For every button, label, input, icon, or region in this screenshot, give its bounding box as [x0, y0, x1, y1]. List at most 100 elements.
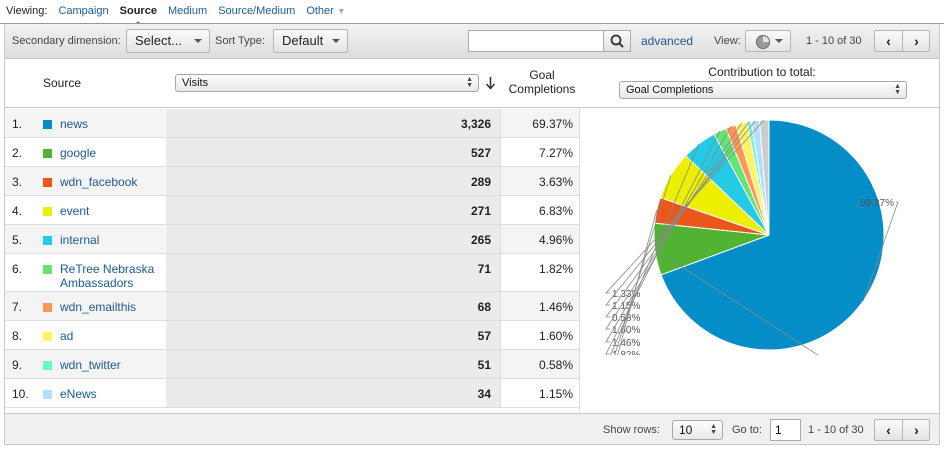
source-cell: eNews — [35, 379, 165, 407]
chevron-down-icon — [775, 39, 783, 43]
visits-value: 265 — [470, 233, 491, 247]
pie-slice-label: 1.46% — [612, 338, 640, 349]
chevron-down-icon — [332, 39, 340, 43]
view-label: View: — [714, 35, 741, 47]
show-rows-value: 10 — [679, 423, 693, 437]
visits-value: 3,326 — [460, 117, 491, 131]
row-number: 2. — [12, 146, 23, 160]
source-cell: ReTree Nebraska Ambassadors — [35, 254, 165, 291]
series-color-swatch — [43, 236, 52, 245]
pie-chart-icon — [756, 35, 770, 49]
sort-descending-icon[interactable] — [485, 76, 496, 90]
visits-value: 271 — [470, 204, 491, 218]
pie-chart-svg: 69.37%7.27%1.33%1.15%0.58%1.60%1.46%1.82… — [605, 119, 900, 414]
series-color-swatch — [43, 265, 52, 274]
up-down-arrows-icon: ▲ ▼ — [466, 76, 473, 89]
viewing-option-medium[interactable]: Medium — [168, 0, 207, 22]
metric-select-value: Visits — [182, 77, 209, 89]
source-link[interactable]: wdn_emailthis — [60, 300, 172, 314]
source-link[interactable]: google — [60, 146, 172, 160]
pie-chart: 69.37%7.27%1.33%1.15%0.58%1.60%1.46%1.82… — [588, 115, 904, 414]
source-cell: wdn_facebook — [35, 167, 165, 195]
goal-completions-percent: 1.15% — [500, 379, 579, 407]
series-color-swatch — [43, 332, 52, 341]
visits-value: 34 — [477, 387, 491, 401]
visits-value: 51 — [477, 358, 491, 372]
table-row: 2. google 527 7.27% — [5, 138, 579, 167]
row-number: 1. — [5, 109, 35, 137]
source-cell: wdn_emailthis — [35, 292, 165, 320]
table-row: 6. ReTree Nebraska Ambassadors 71 1.82% — [5, 254, 579, 292]
next-page-button[interactable]: › — [903, 420, 930, 440]
source-link[interactable]: ad — [60, 329, 172, 343]
up-down-arrows-icon: ▲ ▼ — [894, 83, 901, 96]
source-cell: event — [35, 196, 165, 224]
source-cell: ad — [35, 321, 165, 349]
source-cell: internal — [35, 225, 165, 253]
footer-pagination-controls: ‹ › — [874, 419, 930, 441]
visits-value: 289 — [470, 175, 491, 189]
viewing-option-source[interactable]: Source — [120, 0, 157, 26]
prev-page-button[interactable]: ‹ — [875, 420, 902, 440]
row-number: 9. — [5, 350, 35, 378]
source-link[interactable]: news — [60, 117, 172, 131]
chevron-down-icon — [194, 39, 202, 43]
pagination-range: 1 - 10 of 30 — [806, 35, 862, 47]
data-table: Source Visits ▲ ▼ Goal Completions Contri… — [4, 59, 940, 414]
visits-value: 68 — [477, 300, 491, 314]
table-row: 5. internal 265 4.96% — [5, 225, 579, 254]
source-link[interactable]: event — [60, 204, 172, 218]
row-number: 8. — [12, 329, 23, 343]
goal-completions-percent: 1.60% — [500, 321, 579, 349]
chevron-down-icon: ▼ — [336, 6, 346, 16]
contribution-select-value: Goal Completions — [626, 84, 714, 96]
table-footer: Show rows: 10 ▲▼ Go to: 1 - 10 of 30 ‹ › — [4, 413, 940, 445]
sort-type-label: Sort Type: — [215, 35, 265, 47]
show-rows-select[interactable]: 10 ▲ ▼ — [672, 420, 723, 440]
source-link[interactable]: eNews — [60, 387, 172, 401]
goal-completions-percent: 69.37% — [500, 109, 579, 137]
sort-type-value: Default — [282, 33, 324, 48]
pie-slice-label: 69.37% — [860, 198, 894, 209]
divider — [579, 108, 580, 413]
row-number: 5. — [5, 225, 35, 253]
next-page-button[interactable]: › — [903, 31, 930, 51]
viewing-option-source-medium[interactable]: Source/Medium — [218, 0, 295, 22]
source-link[interactable]: wdn_twitter — [60, 358, 172, 372]
prev-page-button[interactable]: ‹ — [875, 31, 902, 51]
secondary-dimension-dropdown[interactable]: Select... — [126, 29, 210, 53]
goal-completions-percent: 1.82% — [500, 254, 579, 291]
view-type-dropdown[interactable] — [745, 30, 791, 52]
source-link[interactable]: wdn_facebook — [60, 175, 172, 189]
viewing-bar: Viewing: Campaign Source Medium Source/M… — [0, 0, 944, 26]
search-input[interactable] — [468, 30, 604, 52]
goal-completions-percent: 4.96% — [500, 225, 579, 253]
source-cell: news — [35, 109, 165, 137]
column-header-source[interactable]: Source — [43, 76, 81, 90]
table-row: 3. wdn_facebook 289 3.63% — [5, 167, 579, 196]
visits-value: 71 — [477, 262, 491, 276]
goal-completions-percent: 7.27% — [500, 138, 579, 166]
row-number: 7. — [5, 292, 35, 320]
source-link[interactable]: internal — [60, 233, 172, 247]
viewing-option-other-label: Other — [306, 5, 334, 17]
search-button[interactable] — [603, 30, 631, 52]
row-number: 10. — [12, 387, 29, 401]
advanced-link[interactable]: advanced — [641, 34, 693, 48]
pagination-controls: ‹ › — [874, 30, 930, 52]
contribution-label: Contribution to total: — [708, 65, 816, 79]
viewing-option-campaign[interactable]: Campaign — [58, 0, 108, 22]
column-header-goal-completions[interactable]: Goal Completions — [502, 68, 582, 96]
metric-select[interactable]: Visits ▲ ▼ — [175, 74, 479, 92]
viewing-label: Viewing: — [6, 5, 48, 17]
sort-type-dropdown[interactable]: Default — [273, 29, 348, 53]
footer-pagination-range: 1 - 10 of 30 — [808, 424, 864, 436]
viewing-option-other[interactable]: Other ▼ — [306, 0, 346, 22]
goto-page-input[interactable] — [770, 419, 801, 441]
source-link[interactable]: ReTree Nebraska Ambassadors — [60, 262, 172, 290]
contribution-select[interactable]: Goal Completions ▲ ▼ — [619, 81, 907, 99]
goal-completions-percent: 6.83% — [500, 196, 579, 224]
goal-completions-percent: 3.63% — [500, 167, 579, 195]
up-down-arrows-icon: ▲ ▼ — [710, 423, 717, 436]
visits-value: 57 — [477, 329, 491, 343]
